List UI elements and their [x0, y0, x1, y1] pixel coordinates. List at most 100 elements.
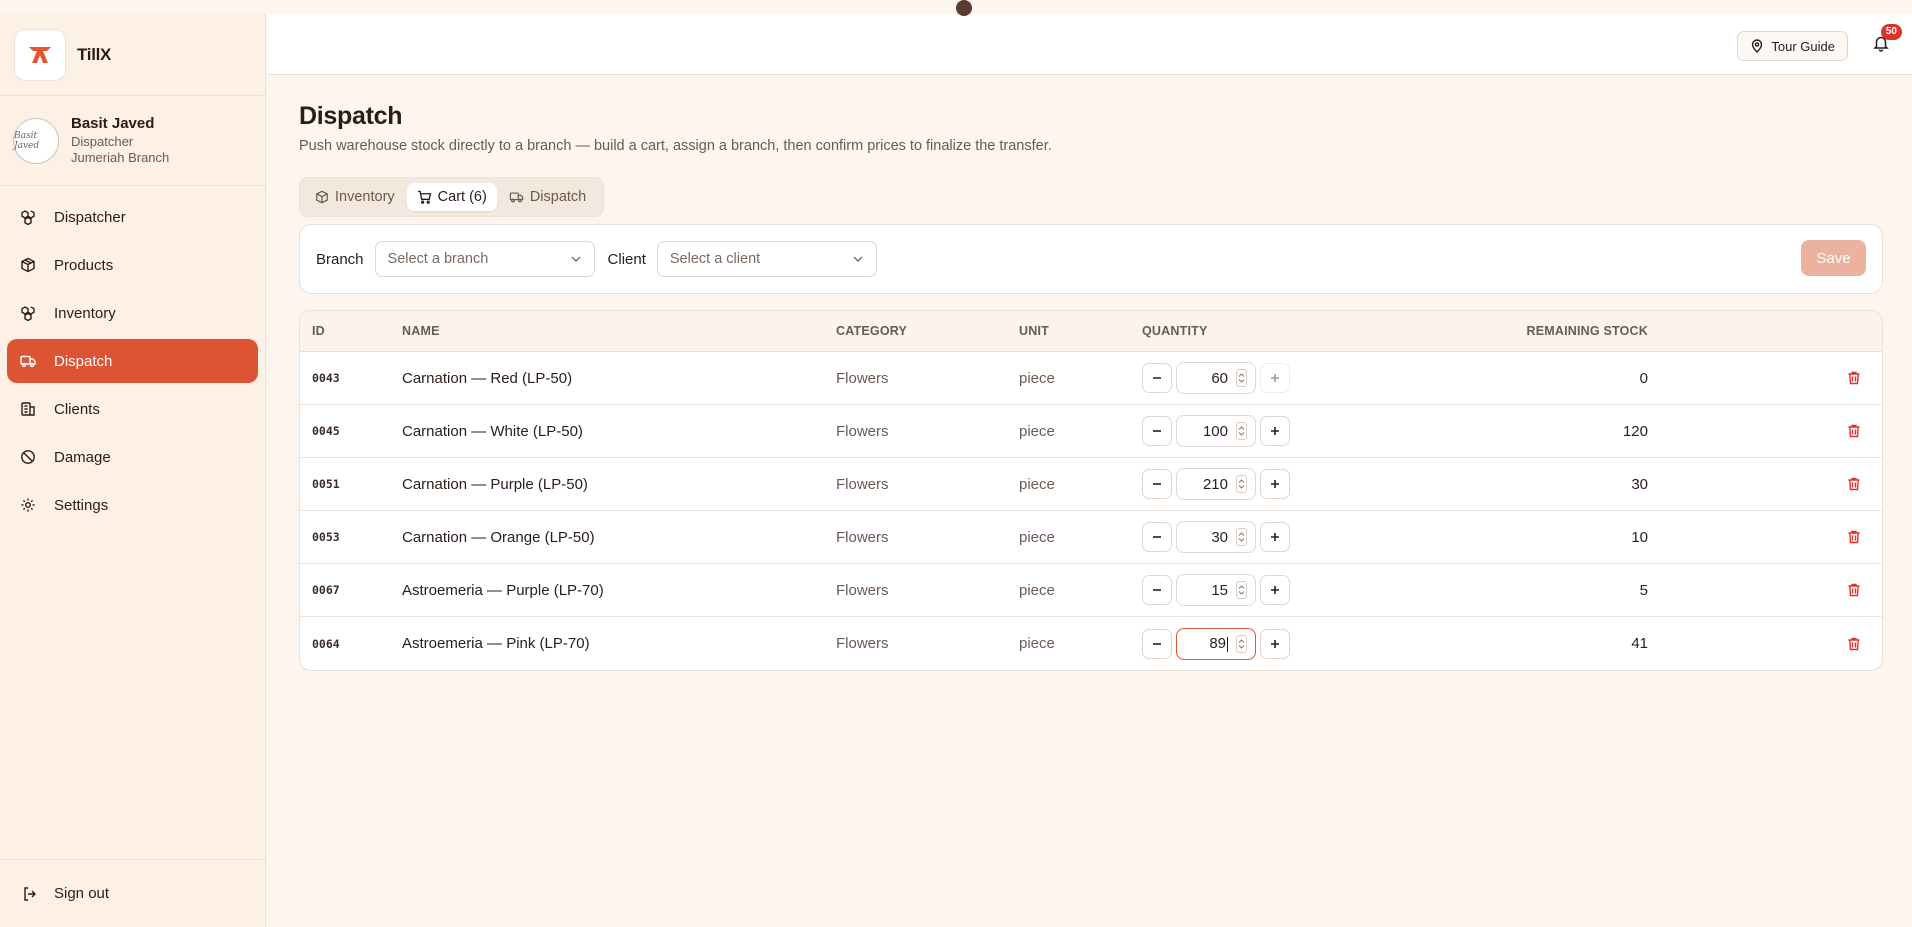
increment-button[interactable] [1260, 628, 1290, 659]
client-label: Client [607, 250, 646, 268]
increment-button[interactable] [1260, 575, 1290, 605]
truck-icon [20, 353, 36, 369]
column-header-id[interactable]: ID [300, 324, 402, 338]
table-header: ID NAME CATEGORY UNIT QUANTITY REMAINING… [300, 311, 1882, 352]
save-button[interactable]: Save [1801, 240, 1866, 276]
cell-unit: piece [1019, 581, 1055, 599]
sidebar-item-products[interactable]: Products [7, 243, 258, 287]
brand[interactable]: TillX [0, 14, 265, 96]
increment-button[interactable] [1260, 363, 1290, 393]
column-header-quantity[interactable]: QUANTITY [1142, 324, 1442, 338]
decrement-button[interactable] [1142, 575, 1172, 605]
cell-name: Carnation — Purple (LP-50) [402, 475, 588, 493]
top-indicator-dot [956, 0, 972, 16]
main-content: Dispatch Push warehouse stock directly t… [299, 75, 1883, 671]
cell-actions [1648, 582, 1882, 598]
spinner-icon[interactable] [1236, 634, 1247, 653]
brand-name: TillX [77, 44, 112, 64]
column-header-unit[interactable]: UNIT [1019, 324, 1142, 338]
table-row: 0051 Carnation — Purple (LP-50) Flowers pie… [300, 458, 1882, 511]
chevron-down-icon [852, 255, 864, 263]
log-out-icon [22, 886, 38, 902]
delete-icon[interactable] [1846, 582, 1862, 598]
cell-remaining-stock: 120 [1622, 422, 1648, 440]
tour-guide-button[interactable]: Tour Guide [1737, 31, 1848, 61]
top-header: Tour Guide 50 [267, 14, 1912, 75]
sidebar: TillX Basit Javed Basit Javed Dispatcher… [0, 14, 266, 927]
tab-cart[interactable]: Cart (6) [406, 183, 497, 211]
sidebar-item-label: Dispatch [54, 352, 113, 370]
shopping-cart-icon [417, 190, 432, 204]
cell-remaining-stock: 41 [1631, 635, 1648, 652]
tab-dispatch[interactable]: Dispatch [499, 183, 596, 211]
page-subtitle: Push warehouse stock directly to a branc… [299, 138, 1052, 154]
table-body: 0043 Carnation — Red (LP-50) Flowers piece 6… [300, 352, 1882, 670]
quantity-input[interactable]: 30 [1176, 521, 1256, 553]
sidebar-item-clients[interactable]: Clients [7, 387, 258, 431]
cell-quantity: 89 [1142, 627, 1442, 660]
branch-select[interactable]: Select a branch [374, 241, 595, 277]
decrement-button[interactable] [1142, 469, 1172, 499]
tab-label: Dispatch [529, 189, 587, 205]
quantity-input[interactable]: 100 [1176, 415, 1256, 447]
cell-quantity: 15 [1142, 574, 1442, 606]
decrement-button[interactable] [1142, 363, 1172, 393]
column-header-category[interactable]: CATEGORY [836, 324, 1019, 338]
quantity-input[interactable]: 15 [1176, 574, 1256, 606]
client-select[interactable]: Select a client [656, 241, 877, 277]
spinner-icon[interactable] [1236, 475, 1247, 493]
minus-icon [1151, 584, 1163, 596]
spinner-icon[interactable] [1236, 422, 1247, 440]
cell-remaining-stock: 10 [1631, 528, 1648, 546]
delete-icon[interactable] [1846, 370, 1862, 386]
sign-out-button[interactable]: Sign out [0, 859, 265, 927]
plus-icon [1269, 638, 1281, 650]
tab-inventory[interactable]: Inventory [305, 183, 405, 211]
delete-icon[interactable] [1846, 529, 1862, 545]
cell-quantity: 60 [1142, 362, 1442, 394]
sidebar-item-damage[interactable]: Damage [7, 435, 258, 479]
cell-id: 0053 [312, 530, 340, 544]
increment-button[interactable] [1260, 416, 1290, 446]
cell-name: Astroemeria — Pink (LP-70) [402, 635, 590, 652]
client-select-value: Select a client [669, 251, 761, 267]
increment-button[interactable] [1260, 469, 1290, 499]
quantity-input[interactable]: 60 [1176, 362, 1256, 394]
decrement-button[interactable] [1142, 522, 1172, 552]
cell-name: Carnation — White (LP-50) [402, 422, 583, 440]
cell-category: Flowers [836, 475, 889, 493]
branch-label: Branch [316, 250, 364, 268]
sidebar-item-dispatch[interactable]: Dispatch [7, 339, 258, 383]
sidebar-nav: Dispatcher Products Inventory Dispatch C… [0, 186, 265, 527]
cell-category: Flowers [836, 422, 889, 440]
delete-icon[interactable] [1846, 423, 1862, 439]
sidebar-item-inventory[interactable]: Inventory [7, 291, 258, 335]
user-name: Basit Javed [71, 114, 155, 132]
cell-name: Astroemeria — Purple (LP-70) [402, 581, 604, 599]
minus-icon [1151, 638, 1163, 650]
quantity-input[interactable]: 89 [1176, 627, 1256, 660]
delete-icon[interactable] [1846, 636, 1862, 652]
column-header-name[interactable]: NAME [402, 324, 836, 338]
cell-id: 0067 [312, 583, 340, 597]
cell-id: 0051 [312, 477, 340, 491]
increment-button[interactable] [1260, 522, 1290, 552]
cell-actions [1648, 636, 1882, 652]
gear-icon [20, 497, 36, 513]
decrement-button[interactable] [1142, 416, 1172, 446]
cell-name: Carnation — Red (LP-50) [402, 369, 573, 387]
map-pin-icon [1750, 39, 1764, 53]
decrement-button[interactable] [1142, 628, 1172, 659]
sidebar-item-label: Dispatcher [54, 208, 126, 226]
spinner-icon[interactable] [1236, 369, 1247, 387]
cell-unit: piece [1019, 528, 1055, 546]
spinner-icon[interactable] [1236, 528, 1247, 546]
column-header-remaining-stock[interactable]: REMAINING STOCK [1442, 324, 1648, 338]
quantity-input[interactable]: 210 [1176, 468, 1256, 500]
sidebar-item-dispatcher[interactable]: Dispatcher [7, 195, 258, 239]
delete-icon[interactable] [1846, 476, 1862, 492]
cell-remaining-stock: 0 [1639, 369, 1648, 387]
spinner-icon[interactable] [1236, 581, 1247, 599]
cell-id: 0064 [312, 636, 340, 651]
sidebar-item-settings[interactable]: Settings [7, 483, 258, 527]
